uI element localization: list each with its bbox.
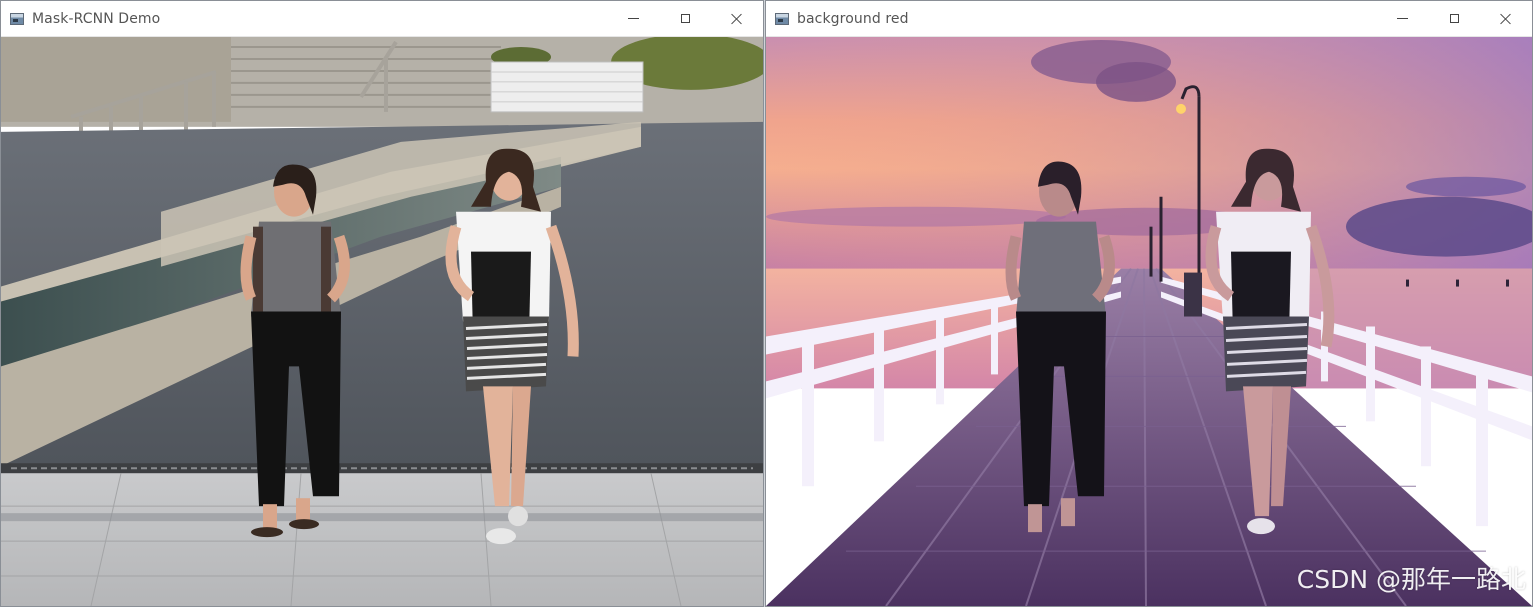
title-bar[interactable]: background red: [766, 1, 1532, 37]
app-window-icon: [775, 12, 789, 25]
minimize-icon: [1396, 18, 1408, 19]
composited-image-canvas: CSDN @那年一路北: [766, 37, 1532, 606]
original-image-canvas: [1, 37, 763, 606]
minimize-button[interactable]: [1376, 1, 1428, 36]
close-icon: [1500, 13, 1512, 25]
close-button[interactable]: [711, 1, 763, 36]
close-button[interactable]: [1480, 1, 1532, 36]
street-photo: [1, 37, 763, 606]
minimize-icon: [627, 18, 639, 19]
window-title: background red: [797, 10, 909, 27]
maximize-button[interactable]: [659, 1, 711, 36]
mask-rcnn-demo-window: Mask-RCNN Demo: [0, 0, 764, 607]
background-red-window: background red CSDN @那年一路北: [765, 0, 1533, 607]
close-icon: [731, 13, 743, 25]
sunset-pier-photo: [766, 37, 1532, 606]
window-title: Mask-RCNN Demo: [32, 10, 161, 27]
maximize-button[interactable]: [1428, 1, 1480, 36]
app-window-icon: [10, 12, 24, 25]
csdn-watermark: CSDN @那年一路北: [1296, 565, 1526, 594]
title-bar[interactable]: Mask-RCNN Demo: [1, 1, 763, 37]
maximize-icon: [1449, 14, 1459, 23]
maximize-icon: [680, 14, 690, 23]
minimize-button[interactable]: [607, 1, 659, 36]
